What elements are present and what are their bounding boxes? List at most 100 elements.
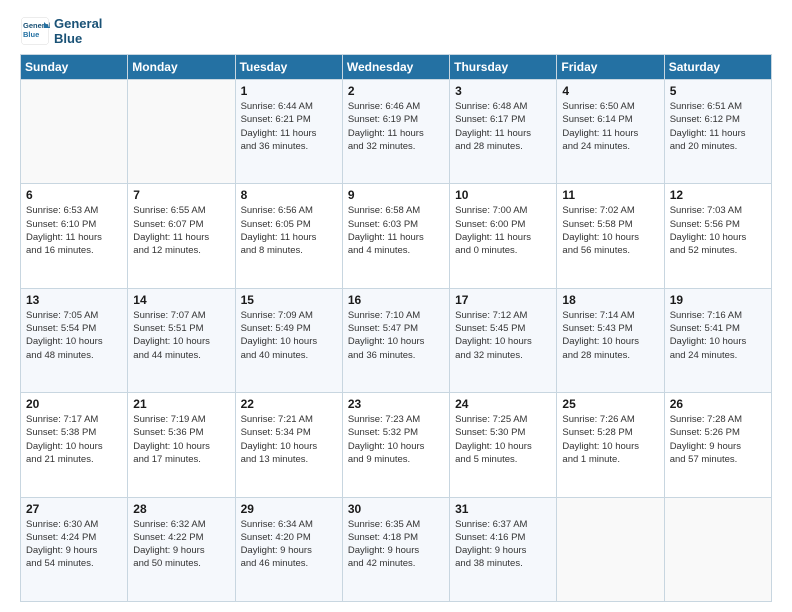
calendar-cell: 3Sunrise: 6:48 AM Sunset: 6:17 PM Daylig… bbox=[450, 80, 557, 184]
svg-text:Blue: Blue bbox=[23, 30, 39, 39]
day-number: 2 bbox=[348, 84, 444, 98]
day-info: Sunrise: 7:10 AM Sunset: 5:47 PM Dayligh… bbox=[348, 309, 444, 362]
calendar-week-3: 13 Sunrise: 7:05 AM Sunset: 5:54 PM Dayli… bbox=[21, 288, 772, 392]
day-info: Sunrise: 7:16 AM Sunset: 5:41 PM Dayligh… bbox=[670, 309, 766, 362]
day-number: 27 bbox=[26, 502, 122, 516]
calendar-cell: 29 Sunrise: 6:34 AM Sunset: 4:20 PM Dayli… bbox=[235, 497, 342, 601]
day-number: 14 bbox=[133, 293, 229, 307]
day-number: 23 bbox=[348, 397, 444, 411]
calendar-cell bbox=[128, 80, 235, 184]
day-number: 13 bbox=[26, 293, 122, 307]
logo-icon: General Blue bbox=[20, 16, 50, 46]
calendar-cell: 12 Sunrise: 7:03 AM Sunset: 5:56 PM Dayli… bbox=[664, 184, 771, 288]
day-info: Sunrise: 7:05 AM Sunset: 5:54 PM Dayligh… bbox=[26, 309, 122, 362]
day-info: Sunrise: 7:03 AM Sunset: 5:56 PM Dayligh… bbox=[670, 204, 766, 257]
calendar-week-2: 6 Sunrise: 6:53 AM Sunset: 6:10 PM Daylig… bbox=[21, 184, 772, 288]
day-info: Sunrise: 6:46 AM Sunset: 6:19 PM Dayligh… bbox=[348, 100, 444, 153]
day-number: 25 bbox=[562, 397, 658, 411]
calendar-table: SundayMondayTuesdayWednesdayThursdayFrid… bbox=[20, 54, 772, 602]
weekday-header-friday: Friday bbox=[557, 55, 664, 80]
calendar-cell: 1 Sunrise: 6:44 AM Sunset: 6:21 PM Daylig… bbox=[235, 80, 342, 184]
day-info: Sunrise: 7:02 AM Sunset: 5:58 PM Dayligh… bbox=[562, 204, 658, 257]
day-info: Sunrise: 7:26 AM Sunset: 5:28 PM Dayligh… bbox=[562, 413, 658, 466]
day-info: Sunrise: 6:53 AM Sunset: 6:10 PM Dayligh… bbox=[26, 204, 122, 257]
day-info: Sunrise: 7:23 AM Sunset: 5:32 PM Dayligh… bbox=[348, 413, 444, 466]
day-info: Sunrise: 7:00 AM Sunset: 6:00 PM Dayligh… bbox=[455, 204, 551, 257]
calendar-cell: 22Sunrise: 7:21 AM Sunset: 5:34 PM Dayli… bbox=[235, 393, 342, 497]
logo: General Blue GeneralBlue bbox=[20, 16, 102, 46]
day-info: Sunrise: 7:17 AM Sunset: 5:38 PM Dayligh… bbox=[26, 413, 122, 466]
day-number: 19 bbox=[670, 293, 766, 307]
calendar-cell: 27Sunrise: 6:30 AM Sunset: 4:24 PM Dayli… bbox=[21, 497, 128, 601]
day-number: 15 bbox=[241, 293, 337, 307]
logo-text: GeneralBlue bbox=[54, 16, 102, 46]
day-info: Sunrise: 7:14 AM Sunset: 5:43 PM Dayligh… bbox=[562, 309, 658, 362]
calendar-cell: 9Sunrise: 6:58 AM Sunset: 6:03 PM Daylig… bbox=[342, 184, 449, 288]
day-number: 16 bbox=[348, 293, 444, 307]
calendar-cell: 15 Sunrise: 7:09 AM Sunset: 5:49 PM Dayli… bbox=[235, 288, 342, 392]
day-info: Sunrise: 6:48 AM Sunset: 6:17 PM Dayligh… bbox=[455, 100, 551, 153]
calendar-cell: 14 Sunrise: 7:07 AM Sunset: 5:51 PM Dayli… bbox=[128, 288, 235, 392]
day-info: Sunrise: 6:51 AM Sunset: 6:12 PM Dayligh… bbox=[670, 100, 766, 153]
day-number: 5 bbox=[670, 84, 766, 98]
calendar-cell: 20 Sunrise: 7:17 AM Sunset: 5:38 PM Dayli… bbox=[21, 393, 128, 497]
day-info: Sunrise: 7:12 AM Sunset: 5:45 PM Dayligh… bbox=[455, 309, 551, 362]
day-info: Sunrise: 7:25 AM Sunset: 5:30 PM Dayligh… bbox=[455, 413, 551, 466]
calendar-cell: 5 Sunrise: 6:51 AM Sunset: 6:12 PM Daylig… bbox=[664, 80, 771, 184]
day-number: 18 bbox=[562, 293, 658, 307]
day-number: 11 bbox=[562, 188, 658, 202]
day-number: 24 bbox=[455, 397, 551, 411]
day-info: Sunrise: 6:34 AM Sunset: 4:20 PM Dayligh… bbox=[241, 518, 337, 571]
day-number: 7 bbox=[133, 188, 229, 202]
calendar-cell bbox=[21, 80, 128, 184]
calendar-cell: 31Sunrise: 6:37 AM Sunset: 4:16 PM Dayli… bbox=[450, 497, 557, 601]
day-number: 20 bbox=[26, 397, 122, 411]
calendar-cell: 8 Sunrise: 6:56 AM Sunset: 6:05 PM Daylig… bbox=[235, 184, 342, 288]
calendar-cell: 10Sunrise: 7:00 AM Sunset: 6:00 PM Dayli… bbox=[450, 184, 557, 288]
calendar-cell: 18 Sunrise: 7:14 AM Sunset: 5:43 PM Dayli… bbox=[557, 288, 664, 392]
calendar-week-5: 27Sunrise: 6:30 AM Sunset: 4:24 PM Dayli… bbox=[21, 497, 772, 601]
calendar-cell: 24 Sunrise: 7:25 AM Sunset: 5:30 PM Dayli… bbox=[450, 393, 557, 497]
weekday-header-monday: Monday bbox=[128, 55, 235, 80]
day-info: Sunrise: 6:58 AM Sunset: 6:03 PM Dayligh… bbox=[348, 204, 444, 257]
day-number: 22 bbox=[241, 397, 337, 411]
day-number: 12 bbox=[670, 188, 766, 202]
calendar-week-1: 1 Sunrise: 6:44 AM Sunset: 6:21 PM Daylig… bbox=[21, 80, 772, 184]
calendar-cell: 6 Sunrise: 6:53 AM Sunset: 6:10 PM Daylig… bbox=[21, 184, 128, 288]
day-number: 21 bbox=[133, 397, 229, 411]
day-info: Sunrise: 7:19 AM Sunset: 5:36 PM Dayligh… bbox=[133, 413, 229, 466]
calendar-header-row: SundayMondayTuesdayWednesdayThursdayFrid… bbox=[21, 55, 772, 80]
calendar-cell: 26 Sunrise: 7:28 AM Sunset: 5:26 PM Dayli… bbox=[664, 393, 771, 497]
calendar-cell: 2 Sunrise: 6:46 AM Sunset: 6:19 PM Daylig… bbox=[342, 80, 449, 184]
day-info: Sunrise: 7:28 AM Sunset: 5:26 PM Dayligh… bbox=[670, 413, 766, 466]
calendar-cell: 21 Sunrise: 7:19 AM Sunset: 5:36 PM Dayli… bbox=[128, 393, 235, 497]
day-number: 17 bbox=[455, 293, 551, 307]
calendar-cell: 4Sunrise: 6:50 AM Sunset: 6:14 PM Daylig… bbox=[557, 80, 664, 184]
calendar-cell: 25 Sunrise: 7:26 AM Sunset: 5:28 PM Dayli… bbox=[557, 393, 664, 497]
calendar-cell: 28Sunrise: 6:32 AM Sunset: 4:22 PM Dayli… bbox=[128, 497, 235, 601]
weekday-header-thursday: Thursday bbox=[450, 55, 557, 80]
calendar-cell: 13 Sunrise: 7:05 AM Sunset: 5:54 PM Dayli… bbox=[21, 288, 128, 392]
calendar-cell: 7Sunrise: 6:55 AM Sunset: 6:07 PM Daylig… bbox=[128, 184, 235, 288]
weekday-header-saturday: Saturday bbox=[664, 55, 771, 80]
day-number: 8 bbox=[241, 188, 337, 202]
day-number: 26 bbox=[670, 397, 766, 411]
day-info: Sunrise: 6:44 AM Sunset: 6:21 PM Dayligh… bbox=[241, 100, 337, 153]
day-info: Sunrise: 6:56 AM Sunset: 6:05 PM Dayligh… bbox=[241, 204, 337, 257]
day-number: 30 bbox=[348, 502, 444, 516]
calendar-cell bbox=[664, 497, 771, 601]
day-info: Sunrise: 7:07 AM Sunset: 5:51 PM Dayligh… bbox=[133, 309, 229, 362]
day-number: 1 bbox=[241, 84, 337, 98]
day-info: Sunrise: 7:09 AM Sunset: 5:49 PM Dayligh… bbox=[241, 309, 337, 362]
day-number: 29 bbox=[241, 502, 337, 516]
day-info: Sunrise: 6:50 AM Sunset: 6:14 PM Dayligh… bbox=[562, 100, 658, 153]
weekday-header-tuesday: Tuesday bbox=[235, 55, 342, 80]
weekday-header-sunday: Sunday bbox=[21, 55, 128, 80]
calendar-week-4: 20 Sunrise: 7:17 AM Sunset: 5:38 PM Dayli… bbox=[21, 393, 772, 497]
calendar-cell: 16 Sunrise: 7:10 AM Sunset: 5:47 PM Dayli… bbox=[342, 288, 449, 392]
day-info: Sunrise: 6:32 AM Sunset: 4:22 PM Dayligh… bbox=[133, 518, 229, 571]
calendar-cell bbox=[557, 497, 664, 601]
day-number: 6 bbox=[26, 188, 122, 202]
calendar-cell: 17 Sunrise: 7:12 AM Sunset: 5:45 PM Dayli… bbox=[450, 288, 557, 392]
calendar-cell: 23 Sunrise: 7:23 AM Sunset: 5:32 PM Dayli… bbox=[342, 393, 449, 497]
